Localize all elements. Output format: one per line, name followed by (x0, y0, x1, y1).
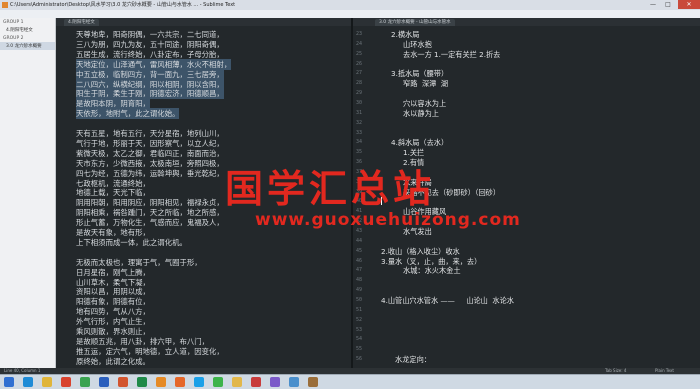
right-line-number: 49 (356, 287, 363, 294)
taskbar-ie-icon[interactable] (23, 377, 33, 387)
right-text-line: 3.抵水局（腰带） (391, 69, 449, 79)
window-title: C:\Users\Administrator\Desktop\风水学习\3.0 … (10, 2, 236, 8)
taskbar-chrome-icon[interactable] (80, 377, 90, 387)
right-text-line: 2.收山（格入收尘）收水 (381, 246, 460, 256)
taskbar-wechat-icon[interactable] (213, 377, 223, 387)
right-text-line: 4.山管山穴水管水 —— 山论山 水论水 (381, 295, 514, 305)
sidebar-file-item[interactable]: 3.0 龙穴砂水概要 (0, 42, 55, 50)
right-text-line: 水城：水火木金土 (403, 266, 461, 276)
taskbar-start-orb-icon[interactable] (4, 377, 14, 387)
right-line-number: 51 (356, 306, 363, 313)
tab-right-file[interactable]: 3.0 龙穴砂水概要 - 山管山与水管水 (375, 19, 455, 26)
left-text-line: 上下相须而成一体，此之谓化机。 (76, 237, 187, 247)
right-line-number: 26 (356, 60, 363, 67)
right-line-number: 29 (356, 90, 363, 97)
taskbar-excel-icon[interactable] (137, 377, 147, 387)
right-line-number: 32 (356, 119, 363, 126)
taskbar-sublime-icon[interactable] (156, 377, 166, 387)
right-text-line: 4.斜水局（去水） (391, 138, 449, 148)
tab-left-file[interactable]: 4.阴阳宅经文 (64, 19, 99, 26)
right-line-number: 55 (356, 346, 363, 353)
right-line-number: 44 (356, 237, 363, 244)
maximize-button[interactable]: □ (661, 0, 675, 9)
right-text-line: 水以静为上 (403, 108, 439, 118)
taskbar-media-icon[interactable] (61, 377, 71, 387)
right-text-line: 水龙定向： (395, 355, 431, 365)
sublime-app-icon (2, 2, 8, 8)
windows-taskbar (0, 374, 700, 389)
taskbar-qq-icon[interactable] (194, 377, 204, 387)
right-text-line: 2.横水局 (391, 30, 420, 39)
sidebar-file-item[interactable]: 4.阴阳宅经文 (0, 26, 55, 34)
right-line-number: 48 (356, 277, 363, 284)
taskbar-pdf-icon[interactable] (251, 377, 261, 387)
right-line-number: 54 (356, 336, 363, 343)
right-line-number: 53 (356, 326, 363, 333)
taskbar-app2-icon[interactable] (308, 377, 318, 387)
right-line-number: 33 (356, 129, 363, 136)
taskbar-word-icon[interactable] (99, 377, 109, 387)
taskbar-firefox-icon[interactable] (175, 377, 185, 387)
right-text-line: 1.关拦 (403, 148, 425, 158)
sidebar: GROUP 1 4.阴阳宅经文 GROUP 2 3.0 龙穴砂水概要 (0, 18, 56, 368)
minimize-button[interactable]: — (646, 0, 660, 9)
left-gutter (56, 26, 71, 368)
sidebar-group-1: GROUP 1 (3, 20, 24, 25)
right-text-line: 穴以容水为上 (403, 98, 447, 108)
taskbar-powerpoint-icon[interactable] (118, 377, 128, 387)
watermark-main: 国学汇总站 (225, 167, 436, 211)
sidebar-group-2: GROUP 2 (3, 36, 24, 41)
close-button[interactable]: ✕ (678, 0, 700, 9)
right-text-line: 窄路 深潭 湖 (403, 79, 449, 89)
watermark-url: www.guoxuehuizong.com (255, 210, 521, 230)
left-tab-bar: 4.阴阳宅经文 (56, 18, 351, 26)
taskbar-explorer-icon[interactable] (42, 377, 52, 387)
left-text-line: 原终始，此谓之化成。 (76, 356, 150, 366)
taskbar-app1-icon[interactable] (289, 377, 299, 387)
right-tab-bar: 3.0 龙穴砂水概要 - 山管山与水管水 (353, 18, 700, 26)
right-text-line: 3.量水（叉，止，曲，来，去） (381, 256, 482, 266)
right-text-line: 山环水抱 (403, 39, 432, 49)
taskbar-folder-icon[interactable] (232, 377, 242, 387)
left-text-line: 天依形，地附气，此之谓化始。 (76, 108, 180, 120)
right-line-number: 52 (356, 316, 363, 323)
taskbar-player-icon[interactable] (270, 377, 280, 387)
right-text-line: 去水一方 1.一定有关拦 2.折去 (403, 49, 501, 59)
